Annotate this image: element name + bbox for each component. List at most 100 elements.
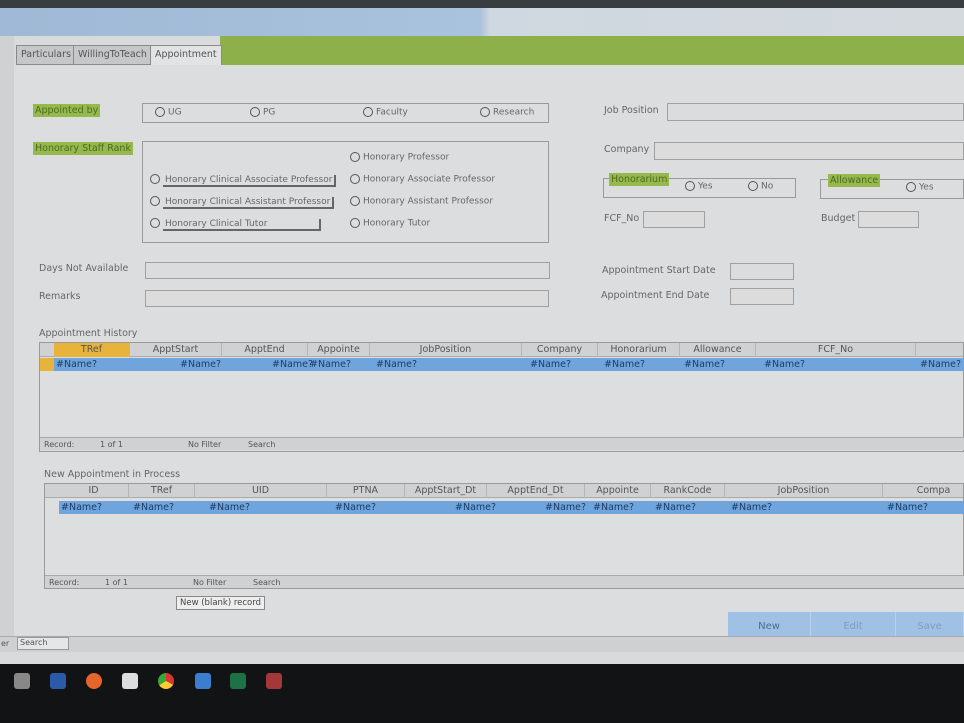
radio-ug[interactable]: UG <box>155 107 182 118</box>
column-header[interactable]: ID <box>59 484 129 498</box>
table-cell[interactable]: #Name? <box>61 501 102 514</box>
remarks-label: Remarks <box>39 291 81 302</box>
column-header[interactable]: ApptEnd <box>222 343 308 357</box>
column-header[interactable]: RankCode <box>651 484 725 498</box>
table-cell[interactable]: #Name? <box>376 358 417 371</box>
column-header[interactable]: UID <box>195 484 327 498</box>
access-icon[interactable] <box>266 673 282 689</box>
column-header[interactable]: Honorarium <box>598 343 680 357</box>
radio-icon <box>350 196 360 206</box>
table-cell[interactable]: #Name? <box>731 501 772 514</box>
tab-appointment[interactable]: Appointment <box>150 45 222 66</box>
table-cell[interactable]: #Name? <box>133 501 174 514</box>
table-cell[interactable]: #Name? <box>764 358 805 371</box>
table-cell[interactable]: #Name? <box>56 358 97 371</box>
column-header[interactable]: Appointe <box>308 343 370 357</box>
radio-honorary-professor[interactable]: Honorary Professor <box>350 152 449 163</box>
firefox-icon[interactable] <box>86 673 102 689</box>
column-header[interactable]: Allowance <box>680 343 756 357</box>
table-cell[interactable]: #Name? <box>920 358 961 371</box>
process-record-nav: Record: 1 of 1 No Filter Search <box>45 575 964 588</box>
table-cell[interactable]: #Name? <box>530 358 571 371</box>
radio-honorarium-no[interactable]: No <box>748 181 773 192</box>
tab-willingtoteach[interactable]: WillingToTeach <box>73 45 152 65</box>
radio-icon <box>685 181 695 191</box>
column-header[interactable]: Company <box>522 343 598 357</box>
column-header[interactable]: ApptStart <box>130 343 222 357</box>
column-header[interactable]: ApptEnd_Dt <box>487 484 585 498</box>
photos-icon[interactable] <box>195 673 211 689</box>
radio-research[interactable]: Research <box>480 107 534 118</box>
table-cell[interactable]: #Name? <box>545 501 586 514</box>
radio-icon <box>363 107 373 117</box>
table-cell[interactable]: #Name? <box>272 358 313 371</box>
radio-icon <box>150 174 160 184</box>
column-header[interactable]: Compa <box>883 484 964 498</box>
radio-clinical-associate-professor[interactable]: Honorary Clinical Associate Professor <box>150 174 337 187</box>
radio-icon <box>748 181 758 191</box>
excel-icon[interactable] <box>230 673 246 689</box>
column-header[interactable]: JobPosition <box>370 343 522 357</box>
table-cell[interactable]: #Name? <box>684 358 725 371</box>
radio-icon <box>350 152 360 162</box>
column-header[interactable]: Appointe <box>585 484 651 498</box>
table-row[interactable]: #Name? #Name? #Name? #Name? #Name? #Name? #Nam… <box>59 501 964 514</box>
nav-position[interactable]: 1 of 1 <box>105 576 128 589</box>
record-selector[interactable] <box>40 358 54 371</box>
file-explorer-icon[interactable] <box>50 673 66 689</box>
radio-honorary-associate-professor[interactable]: Honorary Associate Professor <box>350 174 495 185</box>
table-cell[interactable]: #Name? <box>310 358 351 371</box>
end-date-input[interactable] <box>730 288 794 305</box>
radio-faculty[interactable]: Faculty <box>363 107 408 118</box>
tab-particulars[interactable]: Particulars <box>16 45 76 65</box>
status-bar <box>0 636 964 652</box>
fcf-no-input[interactable] <box>643 211 705 228</box>
radio-icon <box>150 196 160 206</box>
end-date-label: Appointment End Date <box>601 290 710 301</box>
column-header[interactable]: ApptStart_Dt <box>405 484 487 498</box>
nav-search-input[interactable]: Search <box>17 637 69 650</box>
radio-pg[interactable]: PG <box>250 107 275 118</box>
table-cell[interactable]: #Name? <box>604 358 645 371</box>
table-cell[interactable]: #Name? <box>593 501 634 514</box>
table-row[interactable]: #Name? #Name? #Name? #Name? #Name? #Name? #Nam… <box>54 358 964 371</box>
table-cell[interactable]: #Name? <box>180 358 221 371</box>
table-cell[interactable]: #Name? <box>655 501 696 514</box>
company-input[interactable] <box>654 142 964 160</box>
radio-honorary-assistant-professor[interactable]: Honorary Assistant Professor <box>350 196 493 207</box>
chrome-icon[interactable] <box>158 673 174 689</box>
days-not-available-input[interactable] <box>145 262 550 279</box>
column-header[interactable]: TRef <box>129 484 195 498</box>
column-header[interactable]: TRef <box>54 343 130 357</box>
calculator-icon[interactable] <box>14 673 30 689</box>
nav-no-filter[interactable]: No Filter <box>188 438 221 451</box>
budget-input[interactable] <box>858 211 919 228</box>
title-bar <box>0 0 964 8</box>
status-left: er <box>1 639 10 648</box>
radio-honorarium-yes[interactable]: Yes <box>685 181 713 192</box>
start-date-input[interactable] <box>730 263 794 280</box>
radio-clinical-tutor[interactable]: Honorary Clinical Tutor <box>150 218 322 231</box>
notes-icon[interactable] <box>122 673 138 689</box>
column-header[interactable]: JobPosition <box>725 484 883 498</box>
allowance-label: Allowance <box>828 174 881 187</box>
nav-search[interactable]: Search <box>248 438 275 451</box>
table-cell[interactable]: #Name? <box>455 501 496 514</box>
radio-allowance-yes[interactable]: Yes <box>906 182 934 193</box>
nav-search[interactable]: Search <box>253 576 280 589</box>
column-header[interactable]: FCF_No <box>756 343 916 357</box>
radio-honorary-tutor[interactable]: Honorary Tutor <box>350 218 430 229</box>
radio-icon <box>906 182 916 192</box>
table-cell[interactable]: #Name? <box>887 501 928 514</box>
table-cell[interactable]: #Name? <box>209 501 250 514</box>
table-cell[interactable]: #Name? <box>335 501 376 514</box>
nav-position[interactable]: 1 of 1 <box>100 438 123 451</box>
column-header[interactable] <box>916 343 964 357</box>
radio-clinical-assistant-professor[interactable]: Honorary Clinical Assistant Professor <box>150 196 335 209</box>
remarks-input[interactable] <box>145 290 549 307</box>
radio-icon <box>250 107 260 117</box>
history-record-nav: Record: 1 of 1 No Filter Search <box>40 437 964 450</box>
job-position-input[interactable] <box>667 103 964 121</box>
nav-no-filter[interactable]: No Filter <box>193 576 226 589</box>
column-header[interactable]: PTNA <box>327 484 405 498</box>
